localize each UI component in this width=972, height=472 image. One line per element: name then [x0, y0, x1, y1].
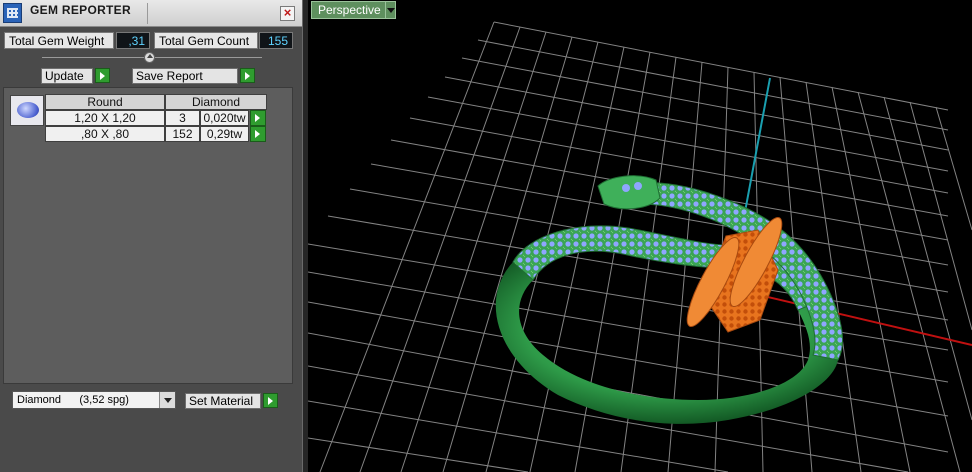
table-row-count: 152 [165, 126, 200, 142]
snake-eye-gem [622, 184, 630, 192]
table-row-weight: 0,29tw [200, 126, 249, 142]
snake-head [597, 175, 661, 210]
close-icon[interactable]: × [280, 6, 295, 21]
material-select[interactable]: Diamond (3,52 spg) [12, 391, 176, 409]
gem-reporter-panel: GEM REPORTER × Total Gem Weight ,31 Tota… [0, 0, 302, 472]
table-row-size: ,80 X ,80 [45, 126, 165, 142]
perspective-viewport[interactable]: Perspective [308, 0, 972, 472]
panel-titlebar: GEM REPORTER × [0, 0, 302, 27]
table-row-size: 1,20 X 1,20 [45, 110, 165, 126]
table-row-count: 3 [165, 110, 200, 126]
titlebar-separator [147, 3, 148, 24]
update-button[interactable]: Update [41, 68, 93, 84]
table-header-shape: Round [45, 94, 165, 110]
total-gem-weight-value: ,31 [116, 32, 150, 49]
update-play-icon[interactable] [95, 68, 110, 83]
total-gem-weight-label: Total Gem Weight [4, 32, 114, 49]
save-report-button[interactable]: Save Report [132, 68, 238, 84]
gem-reporter-app-icon [3, 3, 22, 23]
set-material-button[interactable]: Set Material [185, 393, 261, 409]
x-axis-line [737, 289, 972, 346]
row-select-play-icon[interactable] [250, 126, 266, 142]
row-select-play-icon[interactable] [250, 110, 266, 126]
material-select-value: Diamond (3,52 spg) [17, 394, 129, 406]
table-header-material: Diamond [165, 94, 267, 110]
panel-title: GEM REPORTER [30, 3, 131, 17]
scene-render [308, 21, 972, 472]
chevron-down-icon[interactable] [159, 392, 175, 408]
set-material-play-icon[interactable] [263, 393, 278, 408]
view-mode-chevron-down-icon[interactable] [385, 1, 396, 19]
total-gem-count-label: Total Gem Count [154, 32, 258, 49]
round-gem-thumbnail [10, 95, 44, 126]
save-report-play-icon[interactable] [240, 68, 255, 83]
table-row-weight: 0,020tw [200, 110, 249, 126]
round-gem-icon [17, 102, 39, 118]
collapse-handle-icon[interactable] [144, 52, 155, 63]
total-gem-count-value: 155 [259, 32, 293, 49]
snake-eye-gem [634, 182, 642, 190]
view-mode-label[interactable]: Perspective [311, 1, 388, 19]
